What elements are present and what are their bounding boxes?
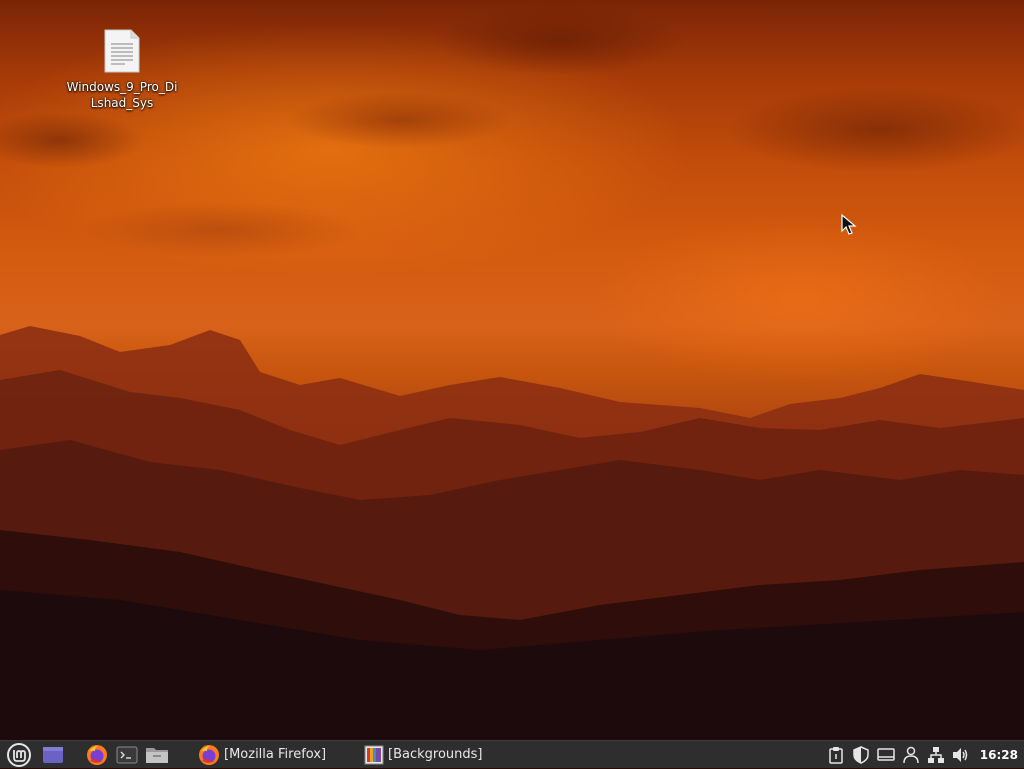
firefox-launcher[interactable] — [82, 741, 112, 769]
display-icon — [877, 747, 896, 761]
mouse-pointer-icon — [841, 214, 857, 235]
text-document-icon — [104, 29, 140, 73]
window-button-label: [Backgrounds] — [388, 747, 483, 762]
clipboard-tray-button[interactable] — [824, 741, 849, 769]
show-desktop-icon — [43, 746, 63, 763]
firefox-icon — [87, 744, 107, 765]
wallpaper-mountains — [0, 326, 1024, 740]
system-tray: 16:28 — [824, 741, 1024, 769]
window-button-label: [Mozilla Firefox] — [224, 747, 327, 762]
show-desktop-launcher[interactable] — [38, 741, 68, 769]
volume-icon — [953, 747, 968, 762]
files-launcher[interactable] — [142, 741, 172, 769]
window-button-firefox[interactable]: [Mozilla Firefox] — [192, 741, 358, 769]
terminal-launcher[interactable] — [112, 741, 142, 769]
display-tray-button[interactable] — [874, 741, 899, 769]
update-manager-tray-button[interactable] — [849, 741, 874, 769]
clipboard-icon — [829, 746, 844, 764]
desktop-file-icon[interactable]: Windows_9_Pro_DiLshad_Sys — [66, 28, 178, 111]
network-tray-button[interactable] — [924, 741, 949, 769]
firefox-icon — [198, 744, 220, 766]
user-tray-button[interactable] — [899, 741, 924, 769]
terminal-icon — [116, 746, 138, 763]
desktop-wallpaper[interactable]: Windows_9_Pro_DiLshad_Sys — [0, 0, 1024, 740]
backgrounds-icon — [364, 745, 384, 765]
volume-tray-button[interactable] — [949, 741, 974, 769]
folder-icon — [146, 747, 168, 763]
user-icon — [903, 746, 920, 763]
desktop-file-label: Windows_9_Pro_DiLshad_Sys — [66, 80, 178, 110]
window-button-backgrounds[interactable]: [Backgrounds] — [358, 741, 533, 769]
linux-mint-logo-icon — [7, 742, 31, 767]
clock[interactable]: 16:28 — [974, 748, 1024, 762]
main-menu-button[interactable] — [0, 741, 38, 769]
shield-update-icon — [853, 745, 870, 764]
taskbar: [Mozilla Firefox] [Backgrounds] 16:28 — [0, 740, 1024, 768]
network-icon — [928, 746, 945, 763]
